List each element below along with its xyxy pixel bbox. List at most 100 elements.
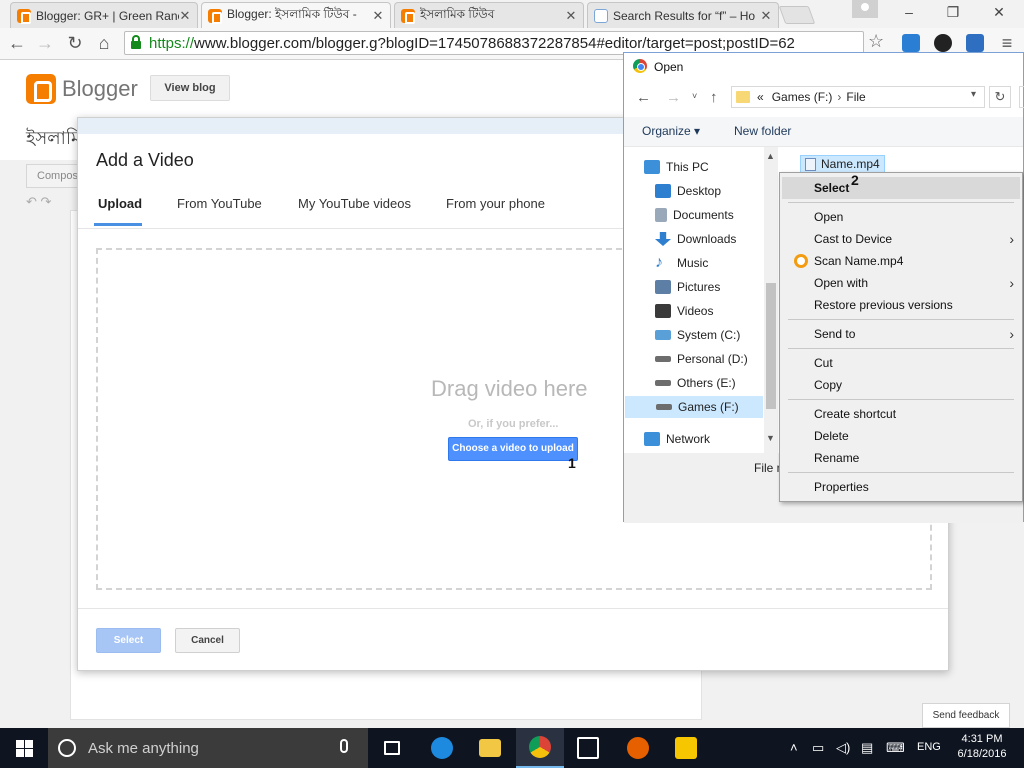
- language-indicator[interactable]: ENG: [917, 741, 941, 753]
- tab-close-icon[interactable]: ✕: [760, 8, 772, 24]
- firefox-icon[interactable]: [614, 728, 662, 768]
- file-item[interactable]: Name.mp4: [800, 155, 885, 173]
- keyboard-icon[interactable]: ⌨: [886, 740, 905, 756]
- tab-from-youtube[interactable]: From YouTube: [177, 196, 262, 211]
- up-arrow-icon[interactable]: ↑: [710, 89, 718, 106]
- nav-network[interactable]: Network: [644, 428, 710, 450]
- organize-button[interactable]: Organize ▾: [642, 124, 700, 138]
- tab-upload[interactable]: Upload: [98, 196, 142, 211]
- nav-desktop[interactable]: Desktop: [655, 180, 721, 202]
- extension-s-icon[interactable]: [966, 34, 984, 52]
- tab-islamic-tube[interactable]: ইসলামিক টিউব ✕: [394, 2, 584, 28]
- nav-pictures[interactable]: Pictures: [655, 276, 720, 298]
- menu-separator: [788, 472, 1014, 473]
- refresh-icon[interactable]: ↻: [989, 86, 1011, 108]
- breadcrumb-folder[interactable]: File: [846, 90, 865, 104]
- action-center-icon[interactable]: ▤: [861, 740, 873, 756]
- tab-search-results[interactable]: Search Results for “f” – Ho ✕: [587, 2, 779, 28]
- store-icon[interactable]: [564, 728, 612, 768]
- network-tray-icon[interactable]: ▭: [812, 740, 824, 756]
- minimize-button[interactable]: –: [886, 0, 932, 26]
- nav-label: System (C:): [677, 328, 741, 342]
- video-file-icon: [805, 157, 816, 171]
- menu-item-cast-to-device[interactable]: Cast to Device ›: [782, 228, 1020, 250]
- menu-item-select[interactable]: Select: [782, 177, 1020, 199]
- reload-icon[interactable]: ↻: [64, 32, 86, 54]
- path-dropdown-icon[interactable]: ▾: [971, 89, 976, 100]
- menu-item-cut[interactable]: Cut: [782, 352, 1020, 374]
- nav-games-f[interactable]: Games (F:): [625, 396, 763, 418]
- nav-this-pc[interactable]: This PC: [644, 156, 709, 178]
- menu-item-scan[interactable]: Scan Name.mp4: [782, 250, 1020, 272]
- new-tab-button[interactable]: [778, 6, 816, 24]
- cortana-search-box[interactable]: Ask me anything: [48, 728, 368, 768]
- menu-item-open[interactable]: Open: [782, 206, 1020, 228]
- menu-item-copy[interactable]: Copy: [782, 374, 1020, 396]
- home-icon[interactable]: ⌂: [93, 32, 115, 54]
- scroll-up-icon[interactable]: ▲: [766, 151, 775, 161]
- blogger-logo-icon[interactable]: [26, 74, 56, 104]
- profile-avatar-icon[interactable]: [852, 0, 878, 18]
- step-annotation-1: 1: [568, 455, 576, 471]
- nav-videos[interactable]: Videos: [655, 300, 713, 322]
- compose-tab[interactable]: Compos: [26, 164, 78, 188]
- view-blog-button[interactable]: View blog: [150, 75, 230, 101]
- maximize-button[interactable]: ❐: [930, 0, 976, 26]
- menu-item-properties[interactable]: Properties: [782, 476, 1020, 498]
- lock-icon: [131, 35, 141, 49]
- file-explorer-icon[interactable]: [466, 728, 514, 768]
- edge-icon[interactable]: [418, 728, 466, 768]
- new-folder-button[interactable]: New folder: [734, 124, 791, 138]
- cancel-button[interactable]: Cancel: [175, 628, 240, 653]
- volume-icon[interactable]: ◁): [836, 740, 850, 756]
- menu-item-send-to[interactable]: Send to ›: [782, 323, 1020, 345]
- tab-close-icon[interactable]: ✕: [179, 8, 191, 24]
- tab-blogger-gr[interactable]: Blogger: GR+ | Green Ranc ✕: [10, 2, 198, 28]
- music-icon: ♪: [655, 254, 663, 271]
- nav-system-c[interactable]: System (C:): [655, 324, 740, 346]
- menu-item-rename[interactable]: Rename: [782, 447, 1020, 469]
- back-arrow-icon[interactable]: ←: [636, 89, 651, 106]
- undo-redo-icon[interactable]: ↶ ↷: [26, 194, 51, 210]
- menu-item-delete[interactable]: Delete: [782, 425, 1020, 447]
- tab-close-icon[interactable]: ✕: [372, 8, 384, 24]
- chrome-taskbar-icon[interactable]: [516, 728, 564, 768]
- microphone-icon[interactable]: [340, 739, 348, 753]
- extension-glasses-icon[interactable]: [934, 34, 952, 52]
- extension-play-icon[interactable]: [902, 34, 920, 52]
- send-feedback-button[interactable]: Send feedback: [922, 703, 1010, 728]
- path-breadcrumb[interactable]: « Games (F:) › File: [731, 86, 985, 108]
- windows-start-icon[interactable]: [0, 728, 48, 768]
- recent-dropdown-icon[interactable]: ˅: [692, 91, 697, 101]
- tab-from-your-phone[interactable]: From your phone: [446, 196, 545, 211]
- scrollbar-thumb[interactable]: [766, 283, 776, 409]
- breadcrumb-drive[interactable]: Games (F:): [772, 90, 833, 104]
- select-button[interactable]: Select: [96, 628, 161, 653]
- search-box[interactable]: [1019, 86, 1024, 108]
- nav-music[interactable]: ♪ Music: [655, 252, 708, 274]
- forward-arrow-icon[interactable]: →: [34, 32, 56, 54]
- app-icon[interactable]: [662, 728, 710, 768]
- bookmark-star-icon[interactable]: ☆: [868, 31, 884, 52]
- back-arrow-icon[interactable]: ←: [6, 32, 28, 54]
- menu-item-restore-versions[interactable]: Restore previous versions: [782, 294, 1020, 316]
- nav-personal-d[interactable]: Personal (D:): [655, 348, 748, 370]
- menu-item-open-with[interactable]: Open with ›: [782, 272, 1020, 294]
- task-view-icon[interactable]: [368, 728, 416, 768]
- system-clock[interactable]: 4:31 PM 6/18/2016: [952, 732, 1012, 762]
- menu-icon[interactable]: ≡: [996, 32, 1018, 54]
- nav-others-e[interactable]: Others (E:): [655, 372, 736, 394]
- menu-label: Scan Name.mp4: [814, 254, 904, 268]
- scroll-down-icon[interactable]: ▼: [766, 433, 775, 443]
- forward-arrow-icon[interactable]: →: [666, 89, 681, 106]
- tab-blogger-islamic[interactable]: Blogger: ইসলামিক টিউব - ✕: [201, 2, 391, 28]
- nav-downloads[interactable]: Downloads: [655, 228, 736, 250]
- close-window-button[interactable]: ✕: [976, 0, 1022, 26]
- tab-close-icon[interactable]: ✕: [565, 8, 577, 24]
- menu-item-create-shortcut[interactable]: Create shortcut: [782, 403, 1020, 425]
- choose-video-button[interactable]: Choose a video to upload: [448, 437, 578, 461]
- breadcrumb-overflow[interactable]: «: [757, 90, 764, 104]
- tab-my-youtube-videos[interactable]: My YouTube videos: [298, 196, 411, 211]
- nav-documents[interactable]: Documents: [655, 204, 734, 226]
- tray-chevron-icon[interactable]: ˄: [790, 740, 798, 755]
